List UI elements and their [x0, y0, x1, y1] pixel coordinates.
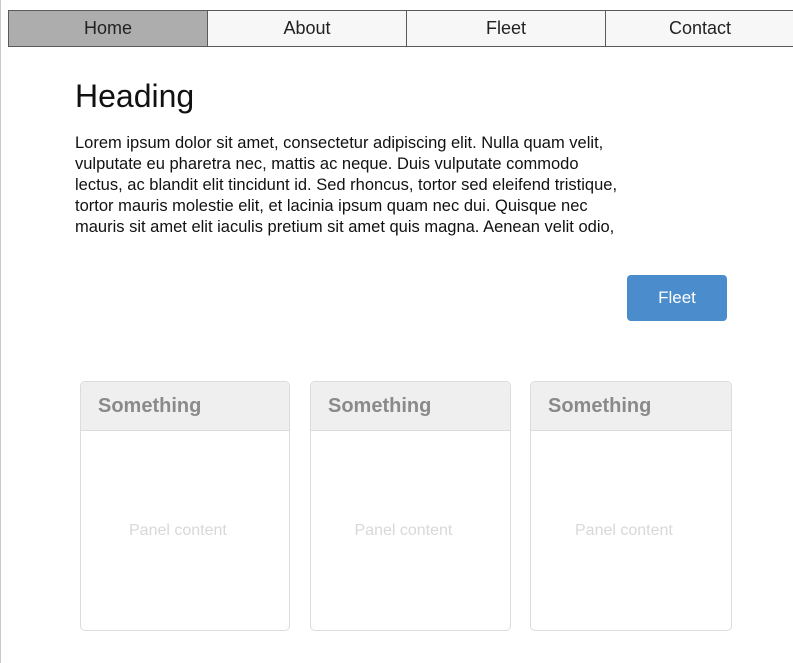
panel-title: Something — [531, 382, 731, 431]
panel-2: Something Panel content — [310, 381, 511, 631]
panel-body: Panel content — [531, 431, 731, 630]
page: Home About Fleet Contact Heading Lorem i… — [0, 0, 793, 663]
paragraph-line: lectus, ac blandit elit tincidunt id. Se… — [75, 176, 618, 194]
panel-body: Panel content — [311, 431, 510, 630]
panel-content: Panel content — [129, 521, 227, 539]
panel-body: Panel content — [81, 431, 289, 630]
panel-3: Something Panel content — [530, 381, 732, 631]
intro-paragraph: Lorem ipsum dolor sit amet, consectetur … — [75, 133, 735, 238]
top-nav: Home About Fleet Contact — [8, 10, 793, 47]
nav-item-fleet[interactable]: Fleet — [407, 11, 606, 46]
nav-item-contact[interactable]: Contact — [606, 11, 793, 46]
nav-item-home[interactable]: Home — [9, 11, 208, 46]
panel-title: Something — [311, 382, 510, 431]
nav-item-about[interactable]: About — [208, 11, 407, 46]
paragraph-line: vulputate eu pharetra nec, mattis ac neq… — [75, 155, 579, 173]
panel-content: Panel content — [575, 521, 673, 539]
paragraph-line: tortor mauris molestie elit, et lacinia … — [75, 197, 588, 215]
panel-title: Something — [81, 382, 289, 431]
fleet-button[interactable]: Fleet — [627, 275, 727, 321]
panel-content: Panel content — [354, 521, 453, 539]
panel-1: Something Panel content — [80, 381, 290, 631]
page-heading: Heading — [75, 78, 195, 114]
paragraph-line: mauris sit amet elit iaculis pretium sit… — [75, 218, 615, 236]
paragraph-line: Lorem ipsum dolor sit amet, consectetur … — [75, 134, 604, 152]
